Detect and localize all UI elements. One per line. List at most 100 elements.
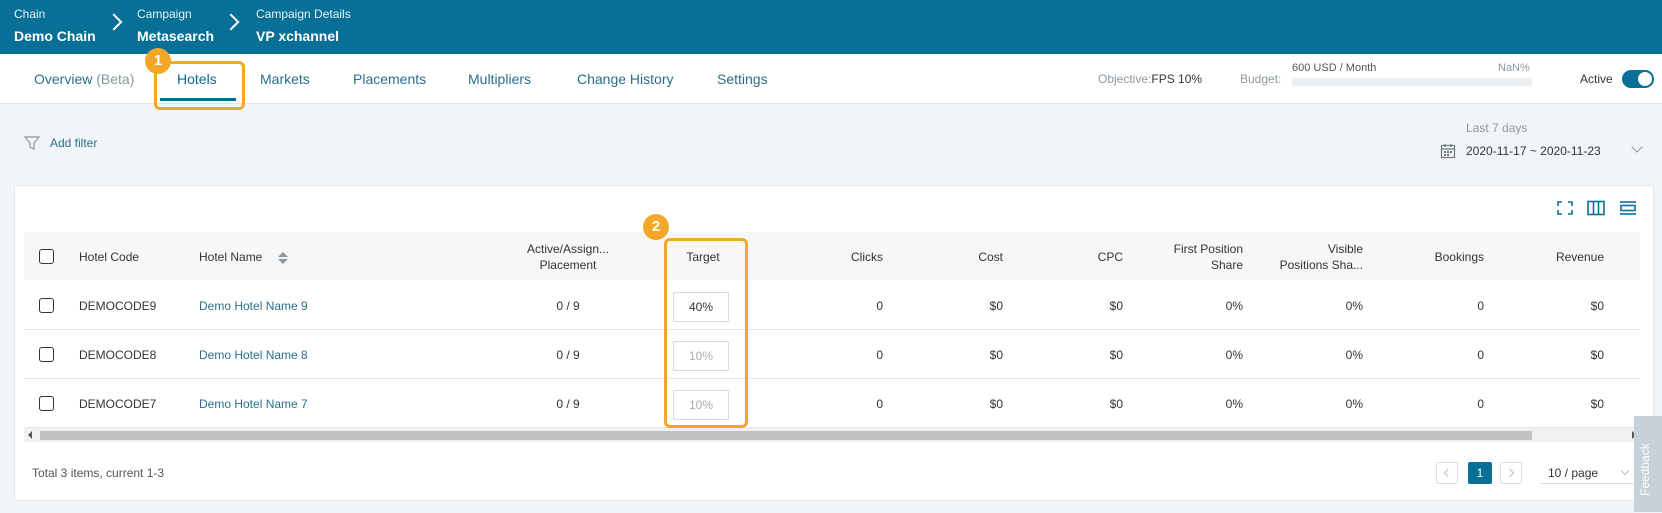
- date-range-picker[interactable]: 2020-11-17 ~ 2020-11-23: [1466, 144, 1601, 158]
- feedback-label: Feedback: [1638, 443, 1652, 496]
- objective-label: Objective:: [1098, 72, 1152, 86]
- column-header-first-position-share: First Position Share: [1130, 241, 1243, 273]
- tab-multipliers[interactable]: Multipliers: [468, 70, 531, 88]
- chevron-left-icon: [1443, 468, 1453, 478]
- column-header-hotel-name[interactable]: Hotel Name: [199, 249, 262, 265]
- column-header-visible-positions-share: Visible Positions Sha...: [1250, 241, 1363, 273]
- cost-value: $0: [989, 397, 1003, 411]
- fps-value: 0%: [1225, 299, 1243, 313]
- fps-value: 0%: [1225, 397, 1243, 411]
- header-line: Share: [1210, 258, 1243, 272]
- chevron-right-icon: [222, 13, 240, 31]
- scrollbar-thumb[interactable]: [40, 431, 1532, 440]
- sort-asc-icon[interactable]: [278, 252, 288, 257]
- pagination-total: Total 3 items, current 1-3: [32, 466, 165, 480]
- cost-value: $0: [989, 348, 1003, 362]
- hotel-name-link[interactable]: Demo Hotel Name 7: [199, 396, 308, 412]
- header-line: Active/Assign...: [526, 242, 610, 256]
- tab-settings[interactable]: Settings: [717, 70, 768, 88]
- select-all-checkbox[interactable]: [39, 249, 54, 264]
- tab-overview[interactable]: Overview (Beta): [34, 70, 134, 88]
- hotel-code: DEMOCODE9: [79, 299, 157, 313]
- add-filter-button[interactable]: Add filter: [50, 136, 97, 150]
- header-line: Positions Sha...: [1279, 258, 1363, 272]
- revenue-value: $0: [1590, 299, 1604, 313]
- header-line: Visible: [1327, 242, 1363, 256]
- clicks-value: 0: [876, 299, 883, 313]
- chevron-down-icon[interactable]: [1631, 141, 1643, 153]
- tab-bar: Overview (Beta) Hotels Markets Placement…: [0, 54, 1662, 104]
- prev-page-button[interactable]: [1436, 462, 1458, 484]
- columns-icon[interactable]: [1587, 200, 1605, 216]
- calendar-icon: [1440, 144, 1456, 159]
- placement-count: 0 / 9: [556, 348, 580, 362]
- page-size-value: 10 / page: [1548, 466, 1599, 480]
- hotel-code: DEMOCODE8: [79, 348, 157, 362]
- hotel-name-link[interactable]: Demo Hotel Name 8: [199, 347, 308, 363]
- column-header-hotel-code: Hotel Code: [79, 250, 140, 264]
- breadcrumb-campaign[interactable]: Campaign Metasearch: [137, 6, 214, 47]
- next-page-button[interactable]: [1500, 462, 1522, 484]
- active-toggle[interactable]: [1622, 70, 1654, 88]
- breadcrumb-value: VP xchannel: [256, 28, 340, 44]
- bookings-value: 0: [1477, 299, 1484, 313]
- breadcrumb-value: Demo Chain: [14, 28, 96, 44]
- filter-icon[interactable]: [24, 135, 40, 151]
- date-range-label: Last 7 days: [1466, 121, 1528, 135]
- tab-change-history[interactable]: Change History: [577, 70, 674, 88]
- cost-value: $0: [989, 299, 1003, 313]
- feedback-tab[interactable]: Feedback: [1634, 416, 1662, 512]
- sort-desc-icon[interactable]: [278, 259, 288, 264]
- column-header-cost: Cost: [978, 250, 1003, 264]
- budget-percent: NaN%: [1498, 62, 1530, 74]
- clicks-value: 0: [876, 348, 883, 362]
- annotation-badge-1: 1: [145, 48, 171, 74]
- tab-markets[interactable]: Markets: [260, 70, 310, 88]
- cpc-value: $0: [1109, 299, 1123, 313]
- fullscreen-icon[interactable]: [1556, 200, 1574, 216]
- annotation-badge-2: 2: [643, 214, 669, 240]
- breadcrumb-label: Campaign: [137, 7, 192, 21]
- revenue-value: $0: [1590, 397, 1604, 411]
- clicks-value: 0: [876, 397, 883, 411]
- annotation-highlight-target-column: [664, 238, 748, 428]
- hotel-code: DEMOCODE7: [79, 397, 157, 411]
- table-row: DEMOCODE9 Demo Hotel Name 9 0 / 9 40% 0 …: [24, 281, 1640, 330]
- horizontal-scrollbar[interactable]: [24, 428, 1640, 442]
- breadcrumb-chain[interactable]: Chain Demo Chain: [14, 6, 96, 47]
- beta-label: (Beta): [96, 71, 135, 87]
- breadcrumb-campaign-details: Campaign Details VP xchannel: [256, 6, 351, 47]
- tab-placements[interactable]: Placements: [353, 70, 426, 88]
- column-header-bookings: Bookings: [1434, 250, 1484, 264]
- breadcrumb-label: Campaign Details: [256, 7, 351, 21]
- column-header-cpc: CPC: [1097, 250, 1123, 264]
- hotel-name-link[interactable]: Demo Hotel Name 9: [199, 298, 308, 314]
- table-row: DEMOCODE8 Demo Hotel Name 8 0 / 9 10% 0 …: [24, 330, 1640, 379]
- chevron-right-icon: [105, 13, 123, 31]
- bookings-value: 0: [1477, 397, 1484, 411]
- page-size-select[interactable]: 10 / page: [1540, 462, 1636, 484]
- table-row: DEMOCODE7 Demo Hotel Name 7 0 / 9 10% 0 …: [24, 379, 1640, 428]
- vps-value: 0%: [1345, 348, 1363, 362]
- chevron-right-icon: [1505, 468, 1515, 478]
- revenue-value: $0: [1590, 348, 1604, 362]
- objective: Objective:FPS 10%: [1098, 72, 1202, 86]
- header-line: First Position: [1173, 242, 1243, 256]
- column-header-revenue: Revenue: [1555, 250, 1604, 264]
- column-header-placement: Active/Assign... Placement: [500, 241, 636, 273]
- vps-value: 0%: [1345, 397, 1363, 411]
- page-1-button[interactable]: 1: [1468, 462, 1492, 484]
- tab-label: Overview: [34, 71, 93, 87]
- row-checkbox[interactable]: [39, 347, 54, 362]
- row-checkbox[interactable]: [39, 396, 54, 411]
- objective-value: FPS 10%: [1151, 72, 1203, 86]
- placement-count: 0 / 9: [556, 299, 580, 313]
- budget-value: 600 USD / Month: [1292, 62, 1377, 74]
- scroll-left-arrow-icon[interactable]: [28, 431, 32, 439]
- chevron-down-icon: [1620, 466, 1630, 476]
- row-checkbox[interactable]: [39, 298, 54, 313]
- breadcrumb-label: Chain: [14, 7, 46, 21]
- active-label: Active: [1580, 72, 1613, 86]
- row-density-icon[interactable]: [1619, 200, 1637, 216]
- budget-progress-bar: [1292, 78, 1532, 86]
